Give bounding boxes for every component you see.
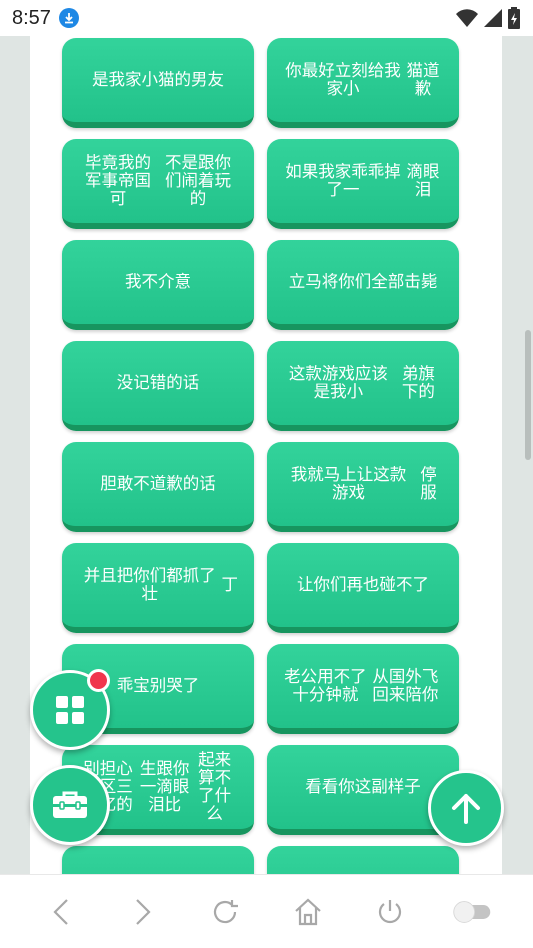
phrase-button[interactable]: 我就马上让这款游戏 停服 <box>267 442 459 532</box>
scrollbar[interactable] <box>525 330 531 460</box>
power-icon <box>378 899 401 923</box>
phrase-text: 乖宝别哭了 <box>116 676 200 695</box>
phrase-button[interactable]: 老公用不了十分钟就 从国外飞回来陪你 <box>267 644 459 734</box>
phrase-button[interactable]: 毕竟我的军事帝国可 不是跟你们闹着玩的 <box>62 139 254 229</box>
phrase-button[interactable]: 你最好立刻给我家小 猫道歉 <box>267 38 459 128</box>
home-button[interactable] <box>288 892 328 932</box>
signal-icon <box>484 9 502 27</box>
status-icons <box>455 7 521 29</box>
phrase-text: 停服 <box>420 465 437 502</box>
status-bar: 8:57 <box>0 0 533 36</box>
toggle-icon <box>453 900 491 923</box>
phrase-grid: 是我家小猫的男友 你最好立刻给我家小 猫道歉 毕竟我的军事帝国可 不是跟你们闹着玩的 如果… <box>62 38 459 874</box>
arrow-up-icon <box>452 794 480 824</box>
phrase-button[interactable]: 是条狗就该有狗该有 <box>267 846 459 874</box>
grid-icon <box>56 696 84 724</box>
phrase-button[interactable]: 我不介意 <box>62 240 254 330</box>
download-icon <box>58 8 79 28</box>
phrase-button[interactable] <box>62 846 254 874</box>
toolbox-icon <box>53 791 87 818</box>
phrase-text: 立马将你们全部击毙 <box>288 272 438 291</box>
chevron-left-icon <box>53 898 68 925</box>
phrase-text: 我就马上让这款游戏 <box>290 465 407 502</box>
notification-dot <box>87 669 110 692</box>
phrase-text: 生跟你一滴眼泪比 <box>139 759 190 814</box>
chevron-right-icon <box>136 898 151 925</box>
battery-icon <box>508 7 520 29</box>
phrase-text: 丁 <box>221 575 239 594</box>
power-button[interactable] <box>370 892 410 932</box>
phrase-text: 你最好立刻给我家小 <box>285 61 401 98</box>
wifi-icon <box>456 9 478 27</box>
phrase-text: 从国外飞回来陪你 <box>372 667 439 704</box>
phrase-text: 不是跟你们闹着玩的 <box>165 153 231 208</box>
phrase-text: 并且把你们都抓了壮 <box>83 566 216 603</box>
phrase-text: 毕竟我的军事帝国可 <box>85 153 151 208</box>
forward-button[interactable] <box>123 892 163 932</box>
phrase-text: 弟旗下的 <box>401 364 435 401</box>
phrase-button[interactable]: 是我家小猫的男友 <box>62 38 254 128</box>
phrase-text: 起来算不了什么 <box>198 750 232 823</box>
mode-toggle[interactable] <box>452 892 492 932</box>
phrase-button[interactable]: 立马将你们全部击毙 <box>267 240 459 330</box>
phrase-text: 没记错的话 <box>116 373 200 392</box>
phrase-button[interactable]: 让你们再也碰不了 <box>267 543 459 633</box>
phrase-button[interactable]: 这款游戏应该是我小 弟旗下的 <box>267 341 459 431</box>
refresh-button[interactable] <box>205 892 245 932</box>
phrase-text: 胆敢不道歉的话 <box>100 474 216 493</box>
toolbox-fab[interactable] <box>30 765 110 845</box>
scroll-top-fab[interactable] <box>428 770 504 846</box>
phrase-text: 滴眼泪 <box>406 162 440 199</box>
phrase-text: 是我家小猫的男友 <box>92 70 224 89</box>
phrase-text: 让你们再也碰不了 <box>297 575 429 594</box>
content-area: 是我家小猫的男友 你最好立刻给我家小 猫道歉 毕竟我的军事帝国可 不是跟你们闹着玩的 如果… <box>30 36 502 874</box>
home-icon <box>294 898 321 925</box>
phrase-text: 老公用不了十分钟就 <box>284 667 367 704</box>
phrase-button[interactable]: 胆敢不道歉的话 <box>62 442 254 532</box>
phrase-text: 这款游戏应该是我小 <box>288 364 388 401</box>
back-button[interactable] <box>41 892 81 932</box>
status-time: 8:57 <box>12 6 51 29</box>
bottom-nav <box>0 874 533 948</box>
phrase-text: 猫道歉 <box>406 61 440 98</box>
phrase-text: 看看你这副样子 <box>305 777 421 796</box>
phrase-button[interactable]: 没记错的话 <box>62 341 254 431</box>
phrase-button[interactable]: 如果我家乖乖掉了一 滴眼泪 <box>267 139 459 229</box>
phrase-button[interactable]: 并且把你们都抓了壮丁 <box>62 543 254 633</box>
phrase-text: 如果我家乖乖掉了一 <box>285 162 401 199</box>
phrase-text: 我不介意 <box>125 272 191 291</box>
refresh-icon <box>214 899 239 923</box>
